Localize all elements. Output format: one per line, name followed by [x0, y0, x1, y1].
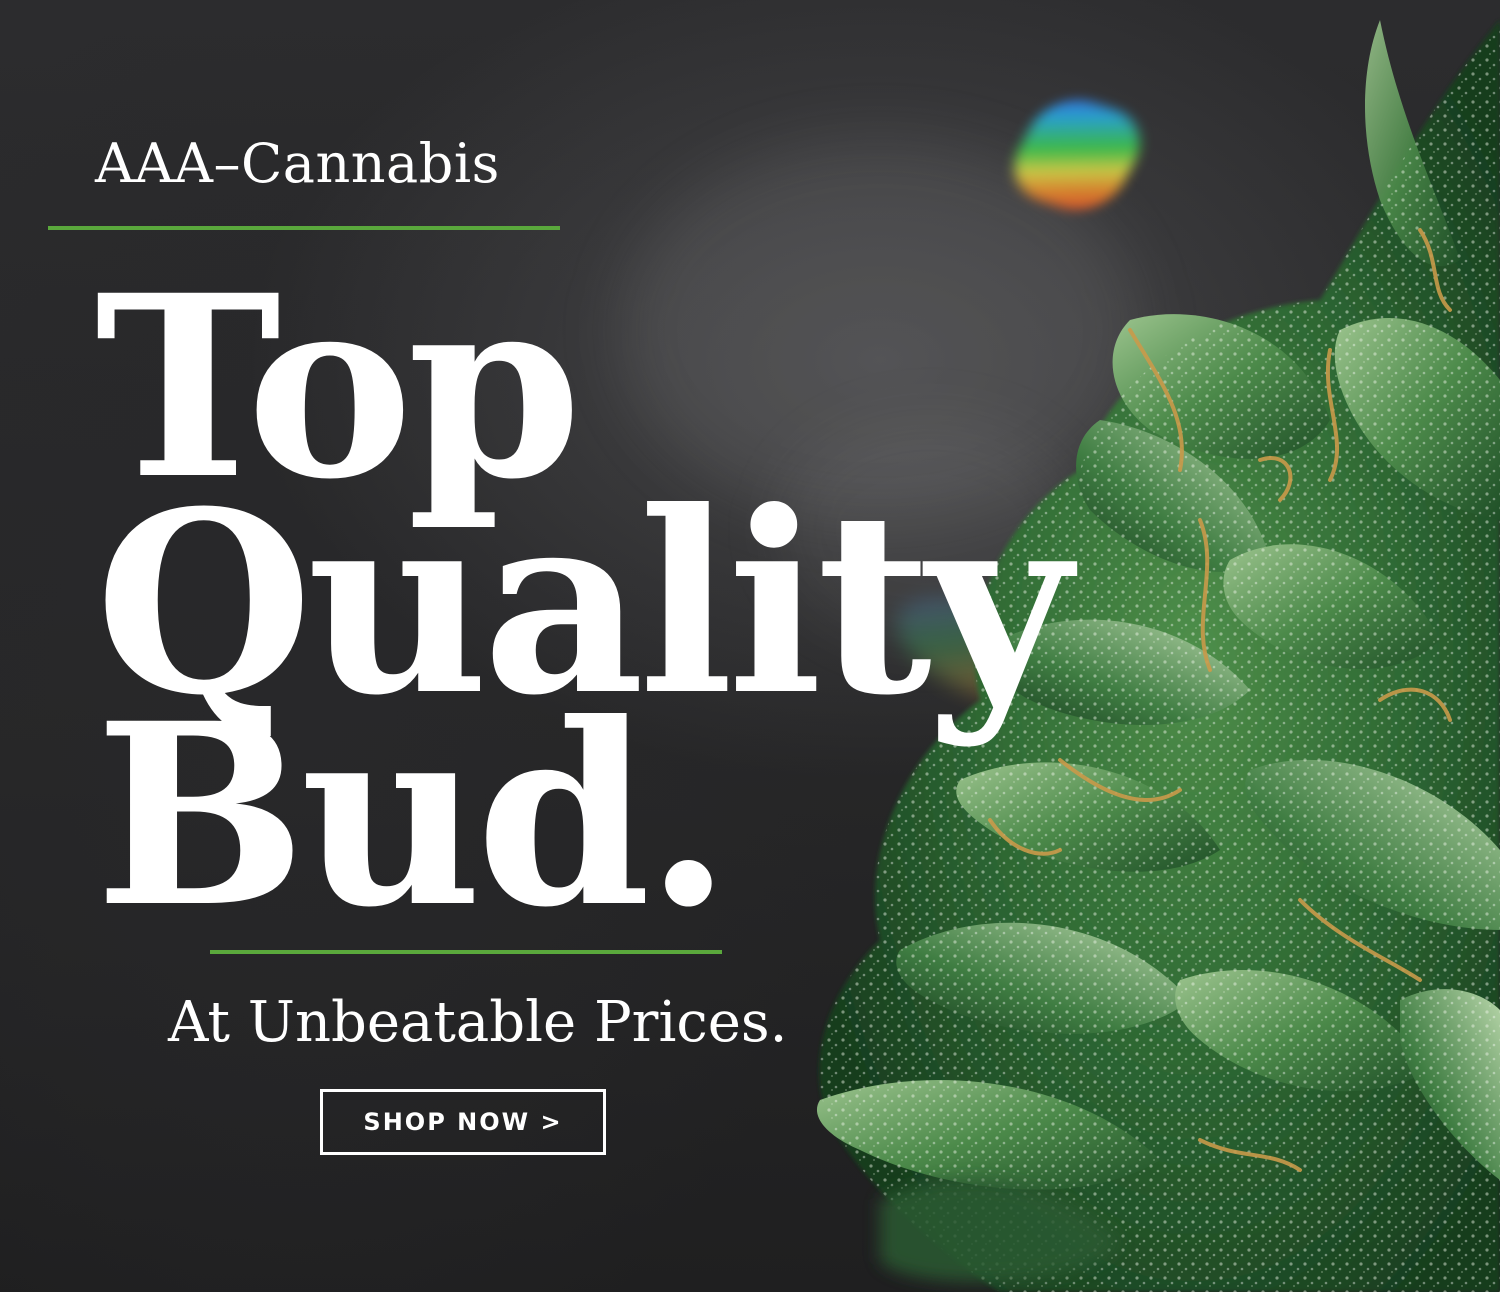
tagline: At Unbeatable Prices.	[168, 990, 788, 1055]
brand-name: AAA–Cannabis	[95, 132, 500, 195]
shop-now-button[interactable]: SHOP NOW >	[320, 1089, 606, 1155]
shop-now-label: SHOP NOW >	[363, 1108, 563, 1136]
divider-bottom	[210, 950, 722, 954]
divider-top	[48, 226, 560, 230]
headline-line-3: Bud.	[95, 668, 732, 962]
promo-banner: AAA–Cannabis Top Quality Bud. At Unbeata…	[0, 0, 1500, 1292]
